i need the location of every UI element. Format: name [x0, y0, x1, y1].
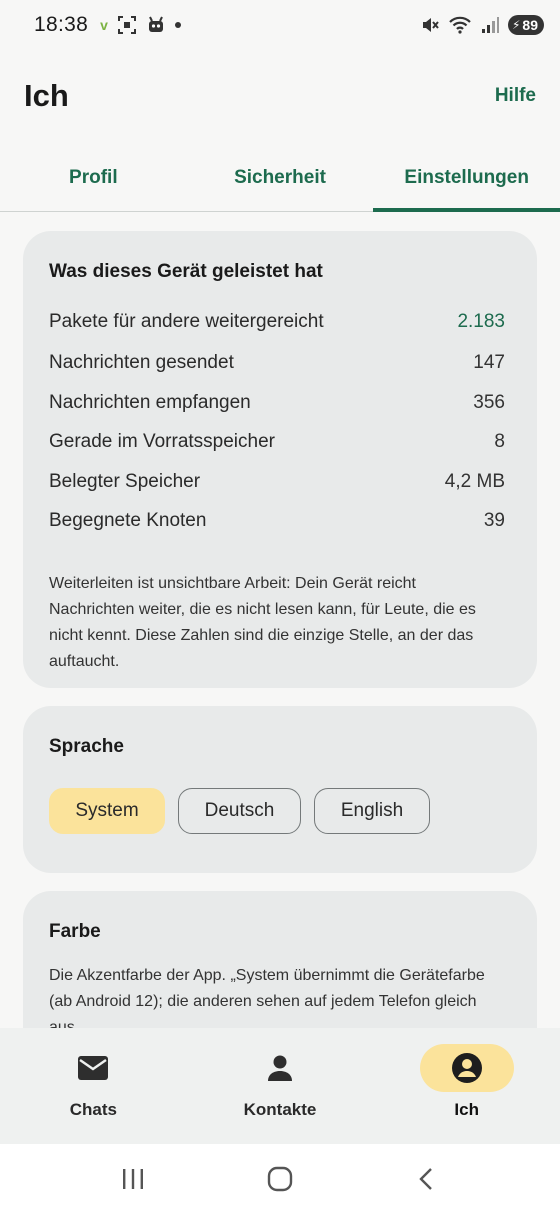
- language-chip-deutsch[interactable]: Deutsch: [178, 788, 301, 834]
- stat-label: Belegter Speicher: [49, 471, 201, 492]
- stat-row: Begegnete Knoten 39: [49, 510, 505, 532]
- stat-row: Nachrichten gesendet 147: [49, 352, 505, 374]
- language-chip-system[interactable]: System: [49, 788, 165, 834]
- status-bar: 18:38 v ⚡ 89: [0, 0, 560, 50]
- signal-icon: [481, 17, 499, 33]
- language-card-title: Sprache: [49, 736, 124, 757]
- stat-row: Gerade im Vorratsspeicher 8: [49, 431, 505, 453]
- language-card: Sprache System Deutsch English: [23, 706, 537, 873]
- tab-bar: Profil Sicherheit Einstellungen: [0, 150, 560, 212]
- back-icon[interactable]: [413, 1165, 441, 1193]
- language-chip-group: System Deutsch English: [49, 788, 430, 834]
- stat-value: 8: [494, 431, 505, 452]
- stat-value: 4,2 MB: [444, 471, 505, 492]
- color-card-description: Die Akzentfarbe der App. „System übernim…: [49, 967, 485, 1028]
- dot-icon: [174, 22, 181, 28]
- color-card-title: Farbe: [49, 921, 101, 942]
- stats-note: Weiterleiten ist unsichtbare Arbeit: Dei…: [49, 575, 476, 670]
- nav-icon-container: [233, 1044, 327, 1092]
- bottom-navigation: Chats Kontakte Ich: [0, 1028, 560, 1144]
- device-stats-card: Was dieses Gerät geleistet hat Pakete fü…: [23, 231, 537, 688]
- stat-label: Begegnete Knoten: [49, 510, 207, 531]
- person-icon: [268, 1055, 292, 1081]
- language-chip-english[interactable]: English: [314, 788, 430, 834]
- stat-label: Gerade im Vorratsspeicher: [49, 431, 275, 452]
- help-link[interactable]: Hilfe: [495, 85, 536, 107]
- stat-value: 2.183: [457, 311, 505, 332]
- nav-label: Chats: [69, 1100, 117, 1119]
- stat-value: 356: [473, 392, 505, 413]
- stat-row: Pakete für andere weitergereicht 2.183: [49, 311, 505, 333]
- app-header: Ich Hilfe: [0, 70, 560, 122]
- stat-value: 147: [473, 352, 505, 373]
- status-right-icons: ⚡ 89: [420, 15, 544, 35]
- bot-icon: [148, 16, 163, 32]
- color-card: Farbe Die Akzentfarbe der App. „System ü…: [23, 891, 537, 1028]
- tab-profil[interactable]: Profil: [0, 150, 187, 211]
- vpn-v-icon: v: [100, 17, 108, 33]
- page-title: Ich: [24, 78, 69, 113]
- stat-row: Belegter Speicher 4,2 MB: [49, 471, 505, 493]
- stat-label: Nachrichten empfangen: [49, 392, 251, 413]
- nav-icon-container: [46, 1044, 140, 1092]
- home-icon[interactable]: [266, 1165, 294, 1193]
- status-time: 18:38: [34, 13, 89, 36]
- stat-value: 39: [483, 510, 505, 531]
- mail-icon: [78, 1056, 109, 1080]
- tab-sicherheit[interactable]: Sicherheit: [187, 150, 374, 211]
- status-left-icons: v: [100, 15, 181, 35]
- battery-icon: ⚡ 89: [507, 15, 544, 35]
- battery-level: 89: [522, 17, 538, 33]
- nav-label: Kontakte: [243, 1100, 317, 1119]
- screenshot-icon: [117, 16, 136, 34]
- nav-icon-container: [419, 1044, 514, 1092]
- wifi-icon: [449, 16, 471, 34]
- nav-label: Ich: [454, 1100, 479, 1119]
- tab-einstellungen[interactable]: Einstellungen: [373, 150, 560, 212]
- mute-icon: [422, 18, 439, 32]
- system-navigation-bar: [0, 1144, 560, 1214]
- stat-row: Nachrichten empfangen 356: [49, 392, 505, 414]
- stat-label: Pakete für andere weitergereicht: [49, 311, 324, 332]
- nav-item-ich[interactable]: Ich: [373, 1028, 560, 1144]
- account-circle-icon: [451, 1053, 482, 1083]
- nav-item-kontakte[interactable]: Kontakte: [187, 1028, 374, 1144]
- recent-apps-icon[interactable]: [119, 1167, 147, 1191]
- settings-content[interactable]: Was dieses Gerät geleistet hat Pakete fü…: [0, 213, 560, 1028]
- stats-card-title: Was dieses Gerät geleistet hat: [49, 261, 323, 282]
- nav-item-chats[interactable]: Chats: [0, 1028, 187, 1144]
- stat-label: Nachrichten gesendet: [49, 352, 234, 373]
